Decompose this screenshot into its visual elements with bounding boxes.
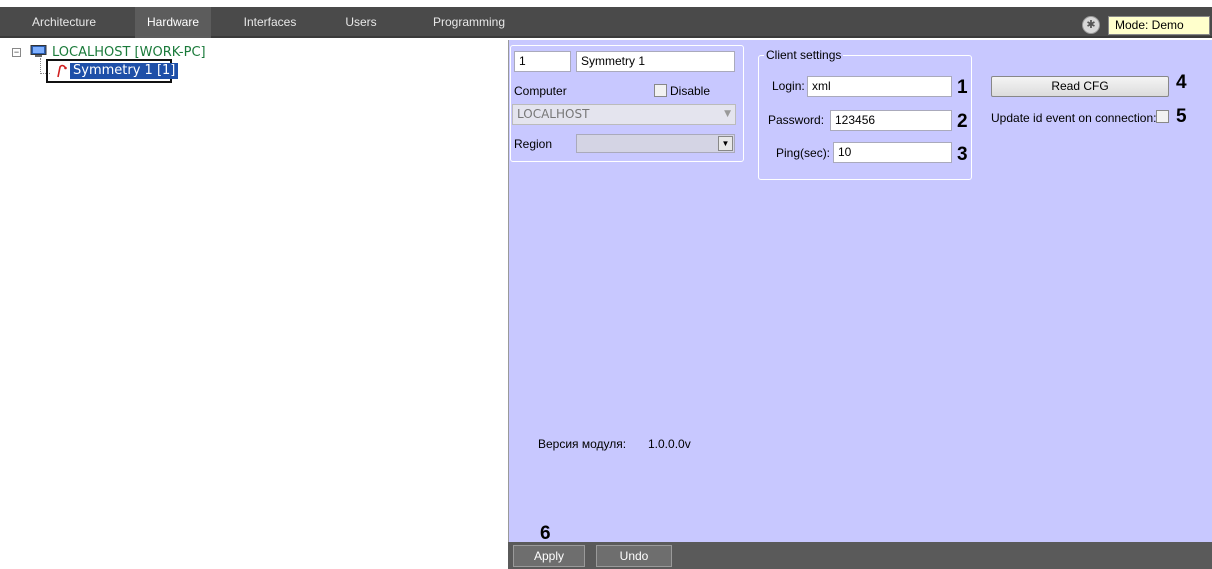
chevron-down-icon[interactable]: ▼ xyxy=(718,136,733,151)
region-label: Region xyxy=(514,137,553,151)
main-tab-bar: Architecture Hardware Interfaces Users P… xyxy=(0,7,1212,38)
disable-label: Disable xyxy=(670,84,711,98)
marker-2: 2 xyxy=(957,111,968,132)
computer-icon xyxy=(30,45,47,57)
computer-value: LOCALHOST xyxy=(517,107,590,121)
marker-3: 3 xyxy=(957,144,968,165)
settings-icon[interactable]: ✱ xyxy=(1082,16,1100,34)
tab-programming[interactable]: Programming xyxy=(420,7,518,38)
computer-select: LOCALHOST ▼ xyxy=(512,104,736,125)
tree-item-device[interactable]: Symmetry 1 [1] xyxy=(70,63,179,79)
tab-interfaces[interactable]: Interfaces xyxy=(230,7,310,38)
client-settings-title: Client settings xyxy=(764,48,844,62)
password-label: Password: xyxy=(768,113,825,127)
device-name-field[interactable]: Symmetry 1 xyxy=(576,51,735,72)
password-field[interactable]: 123456 xyxy=(830,110,952,131)
hardware-tree xyxy=(0,40,508,569)
version-value: 1.0.0.0v xyxy=(648,437,691,451)
collapse-icon[interactable]: − xyxy=(12,48,21,57)
marker-1: 1 xyxy=(957,77,968,98)
marker-4: 4 xyxy=(1176,72,1187,93)
computer-label: Computer xyxy=(514,84,567,98)
tab-architecture[interactable]: Architecture xyxy=(0,7,128,38)
tab-users[interactable]: Users xyxy=(336,7,386,38)
device-id-field[interactable]: 1 xyxy=(514,51,571,72)
device-icon xyxy=(57,64,67,78)
login-label: Login: xyxy=(772,79,805,93)
tab-hardware[interactable]: Hardware xyxy=(135,7,211,38)
disable-checkbox[interactable] xyxy=(654,84,667,97)
apply-button[interactable]: Apply xyxy=(513,545,585,567)
chevron-down-icon: ▼ xyxy=(724,109,731,119)
tree-item-host[interactable]: LOCALHOST [WORK-PC] xyxy=(52,45,206,60)
login-field[interactable]: xml xyxy=(807,76,952,97)
version-label: Версия модуля: xyxy=(538,437,627,451)
undo-button[interactable]: Undo xyxy=(596,545,672,567)
tree-connector xyxy=(40,58,41,74)
ping-label: Ping(sec): xyxy=(776,146,831,160)
ping-field[interactable]: 10 xyxy=(833,142,952,163)
region-select[interactable]: ▼ xyxy=(576,134,735,153)
mode-indicator: Mode: Demo xyxy=(1108,16,1210,35)
update-id-label: Update id event on connection: xyxy=(991,111,1157,125)
update-id-checkbox[interactable] xyxy=(1156,110,1169,123)
marker-5: 5 xyxy=(1176,106,1187,127)
read-cfg-button[interactable]: Read CFG xyxy=(991,76,1169,97)
